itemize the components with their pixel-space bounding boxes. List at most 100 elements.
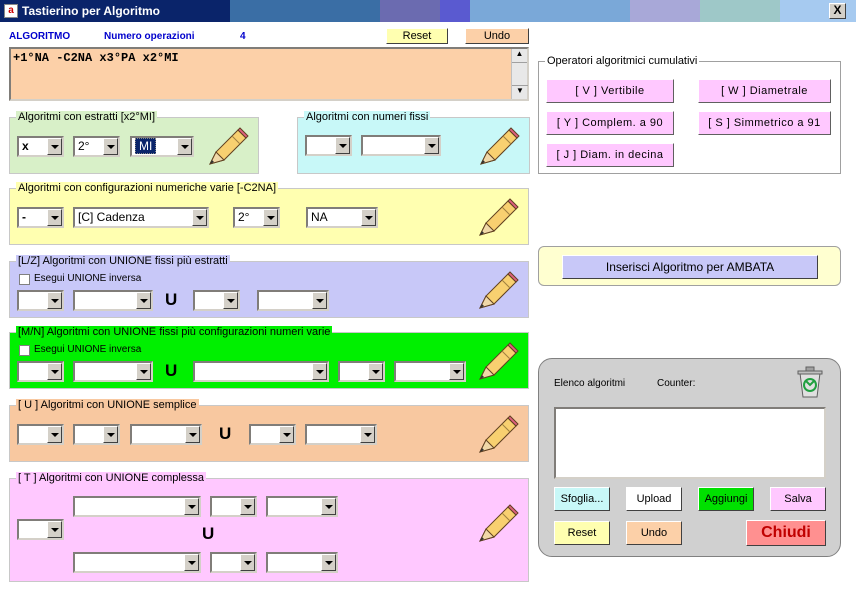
estratti-op-value: x	[22, 139, 29, 153]
chevron-down-icon	[321, 498, 336, 515]
expression-scrollbar[interactable]: ▲ ▼	[511, 49, 528, 99]
t-select-left[interactable]	[17, 519, 64, 540]
chevron-down-icon	[240, 498, 255, 515]
lz-inversa-label: Esegui UNIONE inversa	[34, 273, 142, 284]
pencil-icon[interactable]	[202, 124, 250, 172]
pencil-icon[interactable]	[472, 501, 520, 549]
estratti-ruota-select[interactable]: MI	[130, 136, 194, 157]
salva-button[interactable]: Salva	[770, 487, 826, 511]
estratti-op-select[interactable]: x	[17, 136, 64, 157]
u-select-2[interactable]	[73, 424, 120, 445]
chevron-down-icon	[263, 209, 278, 226]
scroll-up-icon[interactable]: ▲	[512, 49, 527, 63]
config-legend: Algoritmi con configurazioni numeriche v…	[16, 182, 278, 194]
aggiungi-button[interactable]: Aggiungi	[698, 487, 754, 511]
estratti-pos-value: 2°	[78, 139, 90, 153]
pencil-icon[interactable]	[473, 124, 521, 172]
numero-operazioni-label: Numero operazioni	[104, 31, 195, 42]
complem-90-button[interactable]: [ Y ] Complem. a 90	[546, 111, 674, 135]
fissi-legend: Algoritmi con numeri fissi	[304, 111, 431, 123]
config-type-select[interactable]: [C] Cadenza	[73, 207, 209, 228]
pencil-icon[interactable]	[472, 412, 520, 460]
undo-top-button[interactable]: Undo	[465, 28, 529, 44]
chevron-down-icon	[177, 138, 192, 155]
reset-top-button[interactable]: Reset	[386, 28, 448, 44]
lz-select-4[interactable]	[257, 290, 329, 311]
config-ruota-value: NA	[311, 210, 328, 224]
t-select-top-3[interactable]	[266, 496, 338, 517]
upload-button[interactable]: Upload	[626, 487, 682, 511]
chevron-down-icon	[103, 138, 118, 155]
chevron-down-icon	[136, 292, 151, 309]
pencil-icon[interactable]	[472, 268, 520, 316]
chevron-down-icon	[103, 426, 118, 443]
lz-select-3[interactable]	[193, 290, 240, 311]
config-pos-value: 2°	[238, 210, 250, 224]
t-panel: [ T ] Algoritmi con UNIONE complessa U	[9, 472, 529, 582]
u-select-5[interactable]	[305, 424, 377, 445]
recycle-bin-icon[interactable]	[794, 365, 826, 399]
chevron-down-icon	[185, 426, 200, 443]
diametrale-button[interactable]: [ W ] Diametrale	[698, 79, 831, 103]
lz-inversa-checkbox[interactable]	[19, 274, 30, 285]
mn-select-4[interactable]	[338, 361, 385, 382]
chevron-down-icon	[335, 137, 350, 154]
simmetrico-91-button[interactable]: [ S ] Simmetrico a 91	[698, 111, 831, 135]
vertibile-button[interactable]: [ V ] Vertibile	[546, 79, 674, 103]
cumulativi-legend: Operatori algoritmici cumulativi	[545, 55, 700, 67]
u-select-4[interactable]	[249, 424, 296, 445]
diam-decina-button[interactable]: [ J ] Diam. in decina	[546, 143, 674, 167]
ambata-button[interactable]: Inserisci Algoritmo per AMBATA	[562, 255, 818, 279]
config-ruota-select[interactable]: NA	[306, 207, 378, 228]
estratti-panel: Algoritmi con estratti [x2°MI] x 2° MI	[9, 111, 259, 174]
expression-textarea[interactable]: +1°NA -C2NA x3°PA x2°MI ▲ ▼	[9, 47, 529, 101]
mn-select-1[interactable]	[17, 361, 64, 382]
sfoglia-button[interactable]: Sfoglia...	[554, 487, 610, 511]
chevron-down-icon	[279, 426, 294, 443]
u-select-3[interactable]	[130, 424, 202, 445]
pencil-icon[interactable]	[472, 339, 520, 387]
chevron-down-icon	[47, 138, 62, 155]
chevron-down-icon	[47, 521, 62, 538]
lz-union-symbol: U	[165, 290, 178, 309]
t-union-symbol: U	[202, 524, 215, 543]
mn-inversa-label: Esegui UNIONE inversa	[34, 344, 142, 355]
u-panel: [ U ] Algoritmi con UNIONE semplice U	[9, 399, 529, 462]
chevron-down-icon	[312, 363, 327, 380]
mn-select-5[interactable]	[394, 361, 466, 382]
chiudi-button[interactable]: Chiudi	[746, 520, 826, 546]
t-select-bottom-1[interactable]	[73, 552, 201, 573]
fissi-select-1[interactable]	[305, 135, 352, 156]
lz-select-2[interactable]	[73, 290, 153, 311]
mn-select-3[interactable]	[193, 361, 329, 382]
reset-elenco-button[interactable]: Reset	[554, 521, 610, 545]
chevron-down-icon	[136, 363, 151, 380]
algoritmo-label: ALGORITMO	[9, 31, 71, 42]
counter-label: Counter:	[657, 378, 696, 389]
expression-text: +1°NA -C2NA x3°PA x2°MI	[13, 51, 179, 65]
chevron-down-icon	[47, 426, 62, 443]
undo-elenco-button[interactable]: Undo	[626, 521, 682, 545]
config-pos-select[interactable]: 2°	[233, 207, 280, 228]
window-title: Tastierino per Algoritmo	[22, 4, 161, 18]
mn-select-2[interactable]	[73, 361, 153, 382]
fissi-select-2[interactable]	[361, 135, 441, 156]
t-select-bottom-3[interactable]	[266, 552, 338, 573]
t-select-top-2[interactable]	[210, 496, 257, 517]
estratti-ruota-value: MI	[135, 138, 157, 154]
chevron-down-icon	[321, 554, 336, 571]
chevron-down-icon	[184, 498, 199, 515]
lz-select-1[interactable]	[17, 290, 64, 311]
numero-operazioni-value: 4	[240, 31, 246, 42]
config-op-value: -	[22, 210, 26, 224]
elenco-listbox[interactable]	[554, 407, 826, 479]
pencil-icon[interactable]	[472, 195, 520, 243]
scroll-down-icon[interactable]: ▼	[512, 85, 528, 99]
t-select-bottom-2[interactable]	[210, 552, 257, 573]
estratti-pos-select[interactable]: 2°	[73, 136, 120, 157]
u-select-1[interactable]	[17, 424, 64, 445]
mn-inversa-checkbox[interactable]	[19, 345, 30, 356]
config-op-select[interactable]: -	[17, 207, 64, 228]
t-select-top-1[interactable]	[73, 496, 201, 517]
close-window-button[interactable]: X	[829, 3, 846, 19]
